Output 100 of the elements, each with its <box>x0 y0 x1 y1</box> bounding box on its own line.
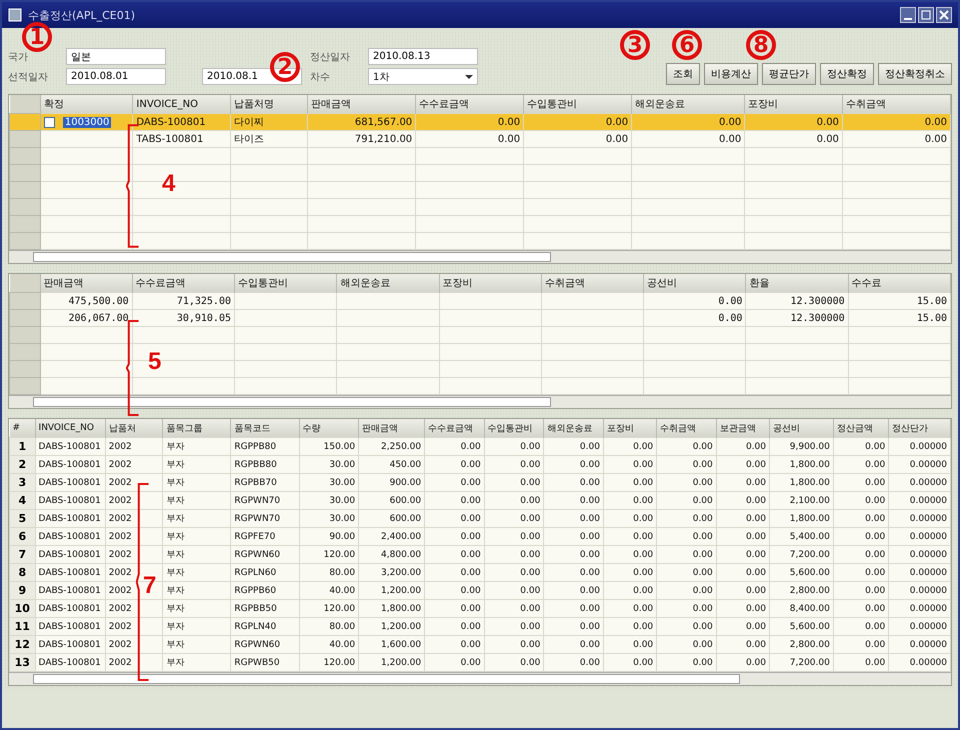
table-cell: DABS-100801 <box>38 622 101 632</box>
column-header[interactable]: 보관금액 <box>716 419 770 438</box>
column-header[interactable]: 수수료금액 <box>424 419 484 438</box>
table-cell: 0.00 <box>692 514 713 524</box>
table-cell: 600.00 <box>390 496 422 506</box>
column-header[interactable]: 납품처 <box>105 419 163 438</box>
table-cell: 0.00 <box>865 532 886 542</box>
column-header[interactable]: 해외운송료 <box>336 274 440 292</box>
column-header[interactable]: 정산금액 <box>833 419 889 438</box>
column-header[interactable]: 품목코드 <box>230 419 300 438</box>
minimize-icon[interactable] <box>900 7 916 23</box>
table-cell: 30.00 <box>329 496 356 506</box>
toolbar-button[interactable]: 비용계산 <box>704 63 758 85</box>
table-cell: 0.00 <box>692 640 713 650</box>
table-cell: TABS-100801 <box>136 134 204 144</box>
column-header[interactable]: 수수료금액 <box>416 95 524 114</box>
column-header[interactable]: 품목그룹 <box>162 419 231 438</box>
annotation-circle: 6 <box>672 30 702 60</box>
column-header[interactable]: # <box>10 419 36 438</box>
table-cell: 681,567.00 <box>354 116 412 128</box>
table-cell: 0.00 <box>746 496 766 506</box>
column-header[interactable]: 해외운송료 <box>544 419 604 438</box>
column-header[interactable]: 판매금액 <box>308 95 416 114</box>
column-header[interactable]: 납품처명 <box>230 95 308 114</box>
table-cell: 0.00 <box>520 514 540 524</box>
column-header[interactable]: 수취금액 <box>656 419 716 438</box>
toolbar-button[interactable]: 정산확정취소 <box>878 63 952 85</box>
table-cell: DABS-100801 <box>38 640 101 650</box>
table-cell: 475,500.00 <box>68 296 129 306</box>
table-cell: 부자 <box>166 640 184 650</box>
column-header[interactable]: 정산단가 <box>888 419 950 438</box>
column-header[interactable]: 수입통관비 <box>484 419 544 438</box>
table-cell: 2002 <box>108 442 132 452</box>
horizontal-scrollbar[interactable] <box>9 250 951 263</box>
table-cell: RGPBB80 <box>234 460 277 470</box>
table-cell: 7,200.00 <box>790 658 830 668</box>
column-header[interactable]: INVOICE_NO <box>132 95 231 114</box>
table-cell: 0.00 <box>460 460 481 470</box>
confirm-checkbox[interactable] <box>44 116 55 128</box>
table-cell: 791,210.00 <box>354 134 412 144</box>
column-header[interactable]: 수수료 <box>848 274 950 292</box>
table-cell: 40.00 <box>329 640 356 650</box>
column-header[interactable]: 공선비 <box>644 274 746 292</box>
table-cell: RGPLN40 <box>234 622 276 632</box>
country-field[interactable]: 일본 <box>66 48 166 65</box>
column-header[interactable]: 수량 <box>299 419 359 438</box>
settle-date-field[interactable]: 2010.08.13 <box>368 48 478 65</box>
table-cell: 0.00 <box>692 604 713 614</box>
table-cell: 600.00 <box>390 514 422 524</box>
table-cell: 5,400.00 <box>790 532 830 542</box>
column-header[interactable]: 수입통관비 <box>524 95 632 114</box>
table-cell: DABS-100801 <box>38 658 101 668</box>
horizontal-scrollbar[interactable] <box>9 672 951 685</box>
table-cell: 0.00 <box>746 604 766 614</box>
toolbar-button[interactable]: 조회 <box>666 63 700 85</box>
close-icon[interactable] <box>936 7 952 23</box>
annotation-number: 7 <box>143 572 156 600</box>
table-cell: 0.00 <box>633 586 654 596</box>
table-cell: 0.00000 <box>910 568 947 578</box>
table-cell: 10 <box>14 602 30 615</box>
table-cell: 0.00 <box>606 134 628 144</box>
column-header[interactable]: 포장비 <box>439 274 542 292</box>
table-cell: RGPBB50 <box>234 604 277 614</box>
table-cell: 0.00 <box>520 658 540 668</box>
table-cell: 부자 <box>166 550 184 560</box>
table-cell: 15.00 <box>916 296 947 306</box>
horizontal-scrollbar[interactable] <box>9 395 951 408</box>
column-header[interactable]: 확정 <box>40 95 133 114</box>
toolbar-button[interactable]: 정산확정 <box>820 63 874 85</box>
table-cell: 0.00 <box>865 622 886 632</box>
round-dropdown[interactable]: 1차 <box>368 68 478 85</box>
column-header[interactable]: 수수료금액 <box>132 274 234 292</box>
column-header[interactable]: 수취금액 <box>541 274 644 292</box>
table-cell: 90.00 <box>329 532 356 542</box>
column-header[interactable]: 판매금액 <box>358 419 425 438</box>
toolbar-button[interactable]: 평균단가 <box>762 63 816 85</box>
table-cell: RGPWN60 <box>234 550 280 560</box>
table-cell: 0.00 <box>718 296 742 306</box>
annotation-circle: 2 <box>270 52 300 82</box>
column-header[interactable]: 공선비 <box>769 419 834 438</box>
table-cell: 0.00 <box>816 134 839 144</box>
table-cell: 2002 <box>108 532 132 542</box>
annotation-circle: 8 <box>746 30 776 60</box>
column-header[interactable]: 판매금액 <box>40 274 132 292</box>
table-cell: 6 <box>18 530 26 543</box>
column-header[interactable]: 포장비 <box>603 419 657 438</box>
table-cell: DABS-100801 <box>38 514 101 524</box>
table-cell: 0.00 <box>580 514 600 524</box>
table-cell: 0.00 <box>692 568 713 578</box>
column-header[interactable]: 포장비 <box>744 95 842 114</box>
column-header[interactable]: 수취금액 <box>842 95 950 114</box>
table-cell: 0.00 <box>520 586 540 596</box>
column-header[interactable]: 환율 <box>746 274 848 292</box>
column-header[interactable]: 해외운송료 <box>632 95 745 114</box>
table-cell: 1,800.00 <box>381 604 422 614</box>
column-header[interactable]: INVOICE_NO <box>35 419 106 438</box>
column-header[interactable]: 수입통관비 <box>234 274 337 292</box>
maximize-icon[interactable] <box>918 7 934 23</box>
table-cell: 2,800.00 <box>790 640 830 650</box>
ship-from-field[interactable]: 2010.08.01 <box>66 68 166 85</box>
